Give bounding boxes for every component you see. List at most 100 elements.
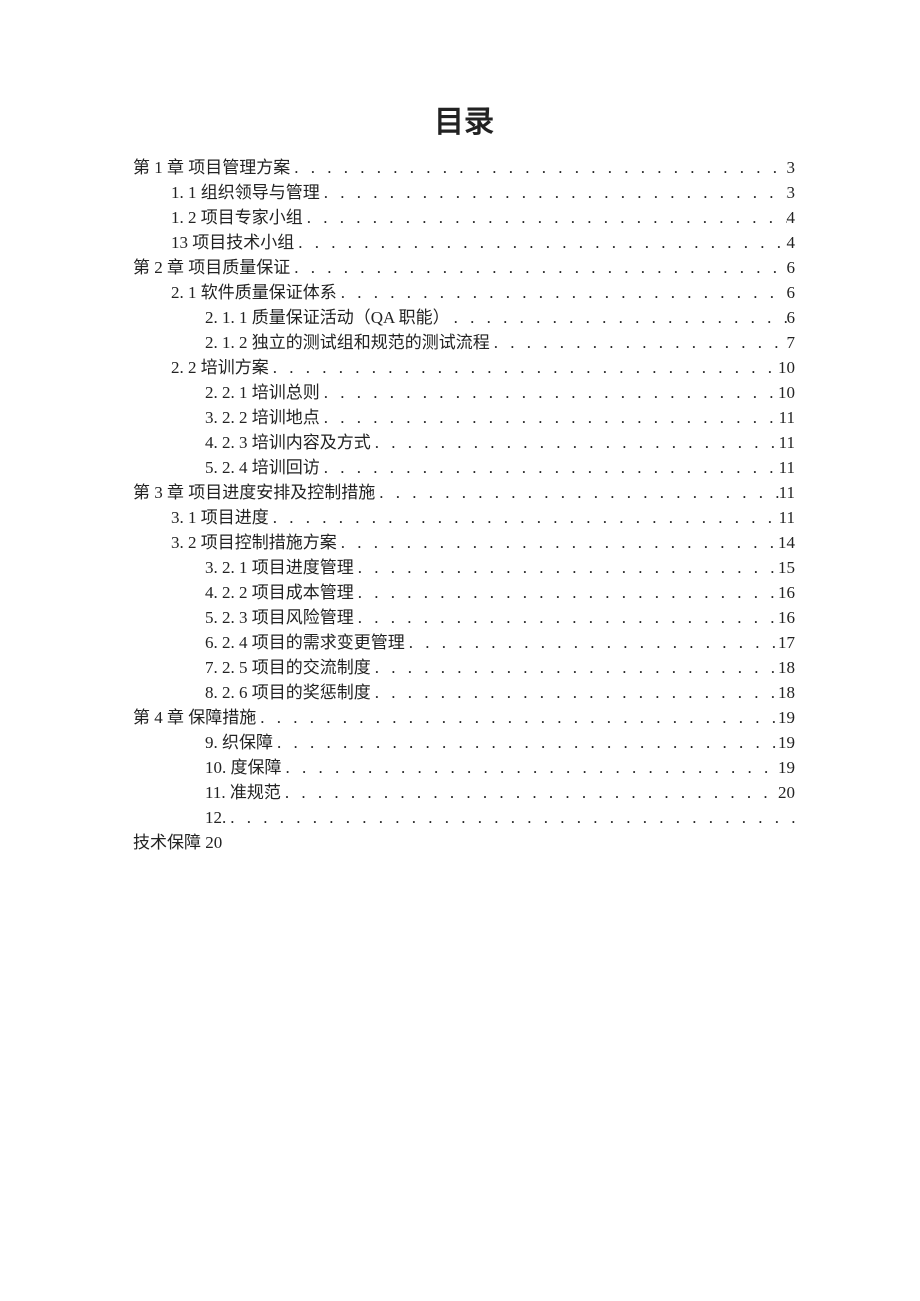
toc-entry-label: 3. 1 项目进度 (171, 505, 269, 530)
toc-entry: 第 3 章 项目进度安排及控制措施 11 (133, 480, 795, 505)
toc-entry-label: 5. 2. 4 培训回访 (205, 455, 320, 480)
dot-leader (282, 755, 779, 780)
toc-entry-page: 10 (778, 355, 795, 380)
toc-entry-page: 10 (778, 380, 795, 405)
toc-title: 目录 (133, 110, 795, 135)
toc-entry-page: 19 (778, 705, 795, 730)
dot-leader (354, 605, 778, 630)
toc-entry: 2. 1 软件质量保证体系 6 (133, 280, 795, 305)
toc-entry: 第 2 章 项目质量保证 6 (133, 255, 795, 280)
toc-entry-page: 16 (778, 580, 795, 605)
toc-entry-page: 6 (787, 280, 796, 305)
toc-entry-page: 18 (778, 655, 795, 680)
document-page: 目录 第 1 章 项目管理方案 31. 1 组织领导与管理31. 2 项目专家小… (0, 0, 920, 1301)
dot-leader (320, 380, 778, 405)
toc-entry-label: 2. 1. 1 质量保证活动（QA 职能） (205, 305, 450, 330)
toc-entry-page: 14 (778, 530, 795, 555)
toc-entry-label: 4. 2. 3 培训内容及方式 (205, 430, 371, 455)
dot-leader (375, 480, 778, 505)
dot-leader (354, 580, 778, 605)
toc-entry: 6. 2. 4 项目的需求变更管理 17 (133, 630, 795, 655)
toc-entry: 1. 1 组织领导与管理 3 (133, 180, 795, 205)
toc-entry: 2. 2 培训方案 10 (133, 355, 795, 380)
toc-entry: 4. 2. 2 项目成本管理 16 (133, 580, 795, 605)
toc-entry-page: 11 (779, 480, 795, 505)
toc-entry-page: 4 (787, 205, 796, 230)
dot-leader (226, 805, 795, 830)
dot-leader (269, 355, 778, 380)
dot-leader (337, 280, 787, 305)
toc-entry-page: 3 (787, 155, 796, 180)
toc-entry-label: 7. 2. 5 项目的交流制度 (205, 655, 371, 680)
toc-entry-label: 3. 2 项目控制措施方案 (171, 530, 337, 555)
toc-entry-page: 7 (787, 330, 796, 355)
toc-entry: 3. 2 项目控制措施方案 14 (133, 530, 795, 555)
toc-entry: 3. 2. 1 项目进度管理 15 (133, 555, 795, 580)
dot-leader (256, 705, 778, 730)
toc-entry-label: 第 2 章 项目质量保证 (133, 255, 290, 280)
toc-entry: 12. (133, 805, 795, 830)
toc-entry-page: 19 (778, 730, 795, 755)
toc-entry-label: 2. 2. 1 培训总则 (205, 380, 320, 405)
toc-entry-label: 3. 2. 2 培训地点 (205, 405, 320, 430)
toc-entry-label: 10. 度保障 (205, 755, 282, 780)
toc-entry: 2. 1. 2 独立的测试组和规范的测试流程7 (133, 330, 795, 355)
toc-entry: 2. 1. 1 质量保证活动（QA 职能） 6 (133, 305, 795, 330)
dot-leader (490, 330, 787, 355)
toc-entry-page: 16 (778, 605, 795, 630)
toc-entry-page: 4 (787, 230, 796, 255)
dot-leader (354, 555, 778, 580)
toc-entry-page: 6 (787, 255, 796, 280)
toc-entry: 1. 2 项目专家小组 4 (133, 205, 795, 230)
toc-entry-label: 12. (205, 805, 226, 830)
toc-entry-label: 4. 2. 2 项目成本管理 (205, 580, 354, 605)
toc-entry-label: 1. 2 项目专家小组 (171, 205, 303, 230)
toc-entry-label: 11. 准规范 (205, 780, 281, 805)
dot-leader (371, 655, 778, 680)
toc-entry-page: 17 (778, 630, 795, 655)
toc-entry: 3. 2. 2 培训地点 11 (133, 405, 795, 430)
toc-entry: 9. 织保障 19 (133, 730, 795, 755)
toc-entry-label: 9. 织保障 (205, 730, 273, 755)
toc-entry-label: 第 1 章 项目管理方案 (133, 155, 290, 180)
toc-entry-label: 3. 2. 1 项目进度管理 (205, 555, 354, 580)
toc-entry-page: 3 (787, 180, 796, 205)
dot-leader (450, 305, 787, 330)
dot-leader (273, 730, 778, 755)
dot-leader (320, 180, 787, 205)
toc-entry: 7. 2. 5 项目的交流制度 18 (133, 655, 795, 680)
orphan-line: 技术保障 20 (133, 830, 795, 855)
dot-leader (269, 505, 779, 530)
toc-entry: 11. 准规范 20 (133, 780, 795, 805)
toc-entry-label: 2. 2 培训方案 (171, 355, 269, 380)
toc-entry-page: 15 (778, 555, 795, 580)
toc-entry: 第 1 章 项目管理方案 3 (133, 155, 795, 180)
toc-entry-page: 11 (779, 455, 795, 480)
toc-entry: 2. 2. 1 培训总则 10 (133, 380, 795, 405)
toc-entry-page: 11 (779, 405, 795, 430)
toc-entry-label: 6. 2. 4 项目的需求变更管理 (205, 630, 405, 655)
toc-entry: 第 4 章 保障措施 19 (133, 705, 795, 730)
dot-leader (320, 405, 779, 430)
dot-leader (405, 630, 778, 655)
dot-leader (371, 430, 779, 455)
dot-leader (294, 230, 786, 255)
dot-leader (290, 255, 786, 280)
toc-entry: 10. 度保障 19 (133, 755, 795, 780)
toc-entry-page: 11 (779, 430, 795, 455)
toc-entry-label: 13 项目技术小组 (171, 230, 294, 255)
toc-entry-label: 1. 1 组织领导与管理 (171, 180, 320, 205)
dot-leader (290, 155, 786, 180)
dot-leader (337, 530, 778, 555)
toc-entry: 5. 2. 3 项目风险管理 16 (133, 605, 795, 630)
toc-entry-page: 20 (778, 780, 795, 805)
toc-entry: 5. 2. 4 培训回访 11 (133, 455, 795, 480)
toc-entry-label: 2. 1 软件质量保证体系 (171, 280, 337, 305)
dot-leader (320, 455, 779, 480)
dot-leader (281, 780, 778, 805)
toc-entry-page: 19 (778, 755, 795, 780)
toc-entry: 3. 1 项目进度 11 (133, 505, 795, 530)
toc-entry-label: 8. 2. 6 项目的奖惩制度 (205, 680, 371, 705)
toc-entry-label: 5. 2. 3 项目风险管理 (205, 605, 354, 630)
toc-entry-label: 第 4 章 保障措施 (133, 705, 256, 730)
